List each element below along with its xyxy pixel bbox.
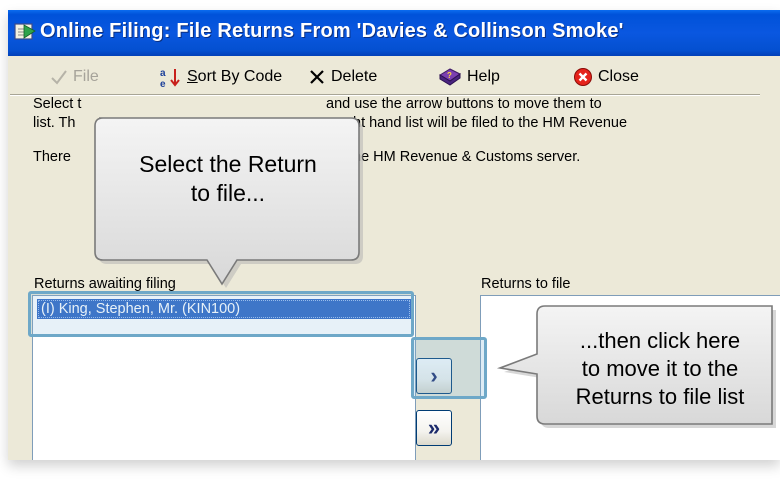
help-book-icon: ? bbox=[438, 67, 462, 87]
select-callout-bubble bbox=[94, 117, 363, 288]
returns-to-file-label: Returns to file bbox=[481, 276, 571, 292]
svg-text:e: e bbox=[160, 79, 166, 88]
select-callout-line-1: Select the Return bbox=[139, 151, 317, 177]
select-callout-text: Select the Return to file... bbox=[98, 150, 358, 208]
move-all-button[interactable]: » bbox=[416, 410, 452, 446]
delete-button[interactable]: Delete bbox=[308, 64, 377, 90]
window-title: Online Filing: File Returns From 'Davies… bbox=[40, 20, 624, 42]
file-button[interactable]: File bbox=[50, 64, 99, 90]
close-stop-icon bbox=[573, 67, 593, 87]
click-callout-text: ...then click here to move it to the Ret… bbox=[540, 327, 780, 411]
check-icon bbox=[50, 68, 68, 86]
select-callout-line-2: to file... bbox=[190, 180, 266, 206]
svg-text:?: ? bbox=[447, 71, 452, 80]
click-callout-line-1: ...then click here bbox=[579, 328, 741, 353]
click-callout-line-2: to move it to the bbox=[581, 356, 739, 381]
close-button[interactable]: Close bbox=[573, 64, 639, 90]
click-callout-line-3: Returns to file list bbox=[575, 384, 745, 409]
instruction-line-2-left: list. Th bbox=[33, 115, 76, 131]
instruction-line-3-left: There bbox=[33, 149, 71, 165]
help-button[interactable]: ? Help bbox=[438, 64, 500, 90]
toolbar: File a e Sort By Code Delete ? Help Clos… bbox=[8, 64, 780, 90]
svg-text:a: a bbox=[160, 68, 166, 79]
file-button-label: File bbox=[73, 68, 99, 85]
app-root: Online Filing: File Returns From 'Davies… bbox=[0, 0, 780, 485]
instruction-line-2-right: ht hand list will be filed to the HM Rev… bbox=[353, 115, 628, 131]
title-bar[interactable]: Online Filing: File Returns From 'Davies… bbox=[8, 10, 780, 56]
instruction-line-1-left: Select t bbox=[33, 96, 82, 112]
close-label: Close bbox=[598, 68, 639, 85]
move-button-highlight bbox=[411, 337, 487, 399]
sort-by-code-label: Sort By Code bbox=[187, 68, 283, 85]
delete-x-icon bbox=[308, 68, 326, 86]
sort-by-code-button[interactable]: a e Sort By Code bbox=[158, 64, 282, 90]
sort-az-icon: a e bbox=[158, 66, 182, 88]
delete-label: Delete bbox=[331, 68, 378, 85]
instruction-line-3-right: he HM Revenue & Customs server. bbox=[353, 149, 581, 165]
online-filing-icon bbox=[14, 23, 36, 40]
help-label: Help bbox=[467, 68, 500, 85]
